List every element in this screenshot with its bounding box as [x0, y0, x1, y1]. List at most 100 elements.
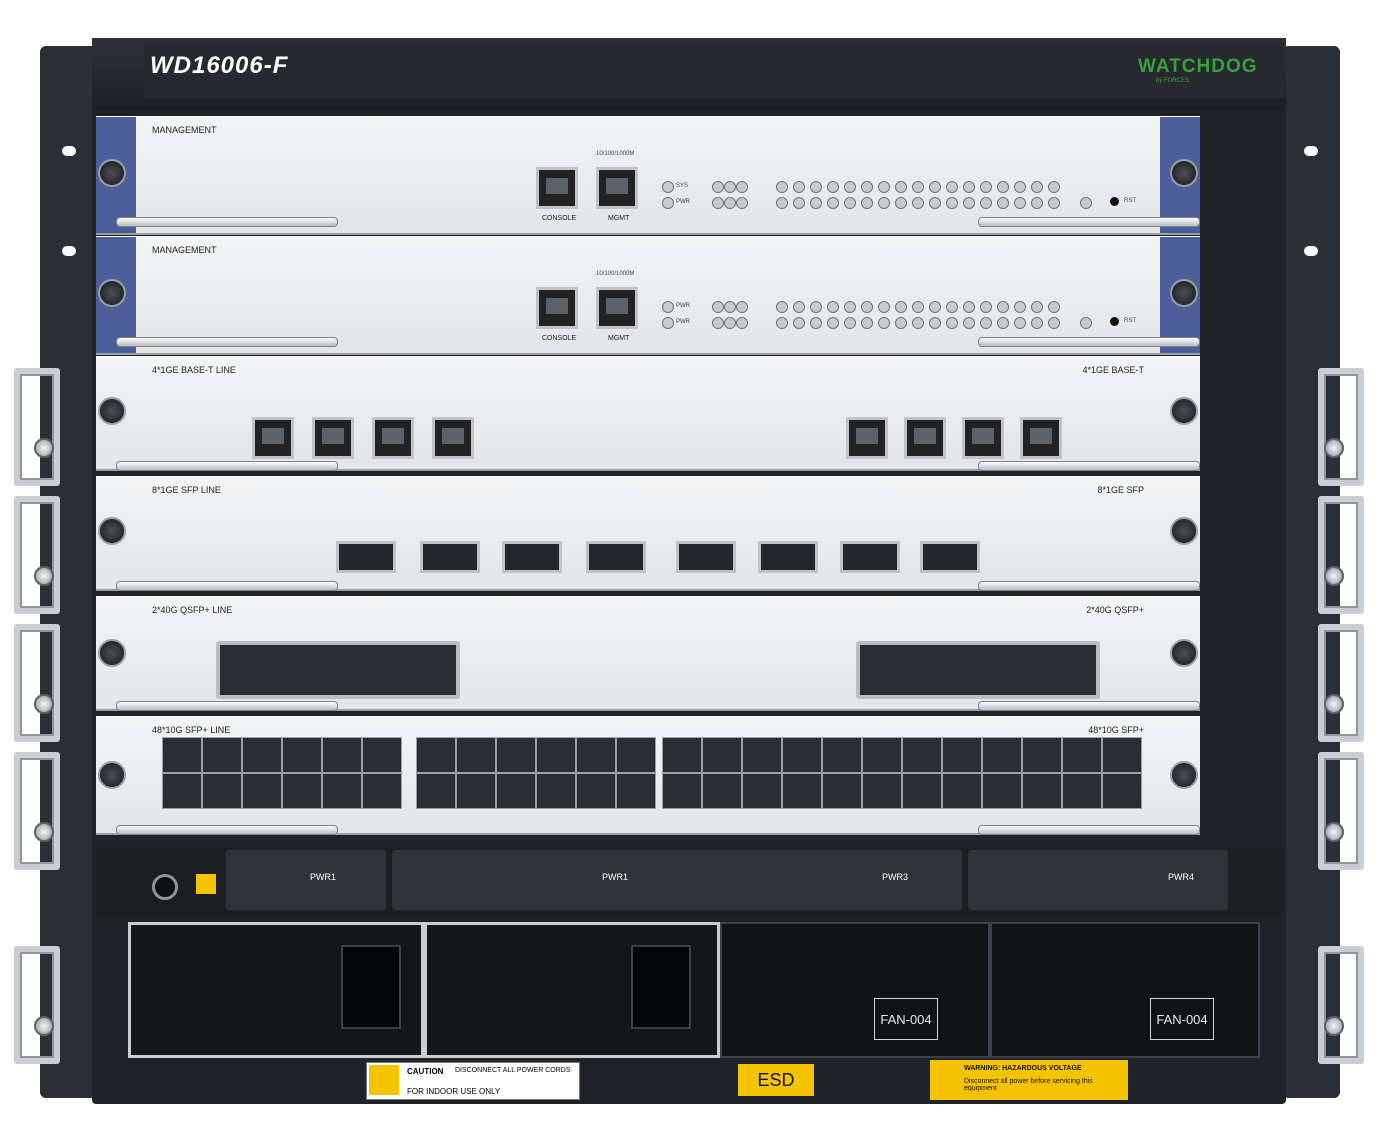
mgmt-port[interactable] [596, 287, 638, 329]
sfp-plus-port[interactable] [942, 773, 982, 809]
sfp-plus-port[interactable] [862, 773, 902, 809]
left-handle-2[interactable] [14, 496, 60, 614]
ejector-lever-right[interactable] [978, 581, 1200, 591]
ejector-lever-right[interactable] [978, 825, 1200, 835]
sfp-plus-port[interactable] [662, 773, 702, 809]
power-slot-4[interactable]: PWR4 [968, 850, 1228, 910]
sfp-plus-port[interactable] [362, 737, 402, 773]
sfp-plus-port[interactable] [536, 737, 576, 773]
sfp-plus-port[interactable] [782, 773, 822, 809]
sfp-plus-port[interactable] [496, 773, 536, 809]
ejector-lever-right[interactable] [978, 217, 1200, 227]
qsfp-port-2[interactable] [856, 641, 1100, 699]
rj45-port[interactable] [312, 417, 354, 459]
rj45-port[interactable] [962, 417, 1004, 459]
rj45-port[interactable] [252, 417, 294, 459]
sfp-plus-port[interactable] [1022, 773, 1062, 809]
thumbscrew-icon[interactable] [98, 761, 126, 789]
thumbscrew-icon[interactable] [1170, 761, 1198, 789]
power-supply-1[interactable] [128, 922, 424, 1058]
mgmt-port[interactable] [596, 167, 638, 209]
left-handle-5[interactable] [14, 946, 60, 1064]
sfp-plus-port[interactable] [982, 773, 1022, 809]
sfp-plus-port[interactable] [456, 773, 496, 809]
ejector-lever-right[interactable] [978, 337, 1200, 347]
power-supply-2[interactable] [424, 922, 720, 1058]
sfp-plus-port[interactable] [662, 737, 702, 773]
thumbscrew-icon[interactable] [98, 639, 126, 667]
console-port[interactable] [536, 287, 578, 329]
sfp-plus-port[interactable] [782, 737, 822, 773]
fan-tray-1[interactable]: FAN-004 [720, 922, 990, 1058]
sfp-plus-port[interactable] [822, 737, 862, 773]
sfp-plus-port[interactable] [456, 737, 496, 773]
sfp-plus-port[interactable] [1062, 773, 1102, 809]
ejector-lever-left[interactable] [116, 337, 338, 347]
sfp-plus-port[interactable] [536, 773, 576, 809]
ejector-lever-left[interactable] [116, 461, 338, 471]
rj45-port[interactable] [846, 417, 888, 459]
thumbscrew-icon[interactable] [98, 159, 126, 187]
sfp-plus-port[interactable] [416, 737, 456, 773]
thumbscrew-icon[interactable] [98, 279, 126, 307]
sfp-port[interactable] [420, 541, 480, 573]
rj45-port[interactable] [432, 417, 474, 459]
sfp-port[interactable] [336, 541, 396, 573]
sfp-port[interactable] [502, 541, 562, 573]
sfp-plus-port[interactable] [282, 737, 322, 773]
ejector-lever-right[interactable] [978, 461, 1200, 471]
power-slot-2[interactable]: PWR1 PWR3 [392, 850, 962, 910]
sfp-plus-port[interactable] [742, 737, 782, 773]
reset-button[interactable] [1110, 197, 1119, 206]
sfp-plus-port[interactable] [902, 737, 942, 773]
sfp-plus-port[interactable] [742, 773, 782, 809]
thumbscrew-icon[interactable] [1170, 639, 1198, 667]
thumbscrew-icon[interactable] [1170, 397, 1198, 425]
sfp-plus-port[interactable] [616, 773, 656, 809]
thumbscrew-icon[interactable] [1170, 517, 1198, 545]
thumbscrew-icon[interactable] [98, 517, 126, 545]
right-handle-5[interactable] [1318, 946, 1364, 1064]
sfp-plus-port[interactable] [616, 737, 656, 773]
thumbscrew-icon[interactable] [98, 397, 126, 425]
reset-button[interactable] [1110, 317, 1119, 326]
left-handle-3[interactable] [14, 624, 60, 742]
sfp-plus-port[interactable] [1062, 737, 1102, 773]
ejector-lever-left[interactable] [116, 581, 338, 591]
sfp-plus-port[interactable] [496, 737, 536, 773]
thumbscrew-icon[interactable] [1170, 159, 1198, 187]
sfp-plus-port[interactable] [322, 773, 362, 809]
left-handle-1[interactable] [14, 368, 60, 486]
sfp-plus-port[interactable] [576, 773, 616, 809]
sfp-plus-port[interactable] [242, 737, 282, 773]
sfp-plus-port[interactable] [862, 737, 902, 773]
power-slot-1[interactable]: PWR1 [226, 850, 386, 910]
sfp-plus-port[interactable] [1102, 737, 1142, 773]
right-handle-1[interactable] [1318, 368, 1364, 486]
right-handle-2[interactable] [1318, 496, 1364, 614]
ejector-lever-left[interactable] [116, 825, 338, 835]
ejector-lever-left[interactable] [116, 217, 338, 227]
sfp-port[interactable] [586, 541, 646, 573]
fan-tray-2[interactable]: FAN-004 [990, 922, 1260, 1058]
sfp-plus-port[interactable] [282, 773, 322, 809]
sfp-plus-port[interactable] [942, 737, 982, 773]
sfp-plus-port[interactable] [202, 773, 242, 809]
sfp-port[interactable] [840, 541, 900, 573]
sfp-port[interactable] [676, 541, 736, 573]
sfp-plus-port[interactable] [1022, 737, 1062, 773]
rj45-port[interactable] [1020, 417, 1062, 459]
sfp-plus-port[interactable] [822, 773, 862, 809]
sfp-plus-port[interactable] [902, 773, 942, 809]
sfp-plus-port[interactable] [362, 773, 402, 809]
sfp-plus-port[interactable] [702, 737, 742, 773]
left-handle-4[interactable] [14, 752, 60, 870]
ejector-lever-left[interactable] [116, 701, 338, 711]
sfp-plus-port[interactable] [202, 737, 242, 773]
sfp-port[interactable] [920, 541, 980, 573]
sfp-plus-port[interactable] [416, 773, 456, 809]
sfp-plus-port[interactable] [982, 737, 1022, 773]
sfp-plus-port[interactable] [242, 773, 282, 809]
sfp-plus-port[interactable] [162, 737, 202, 773]
console-port[interactable] [536, 167, 578, 209]
